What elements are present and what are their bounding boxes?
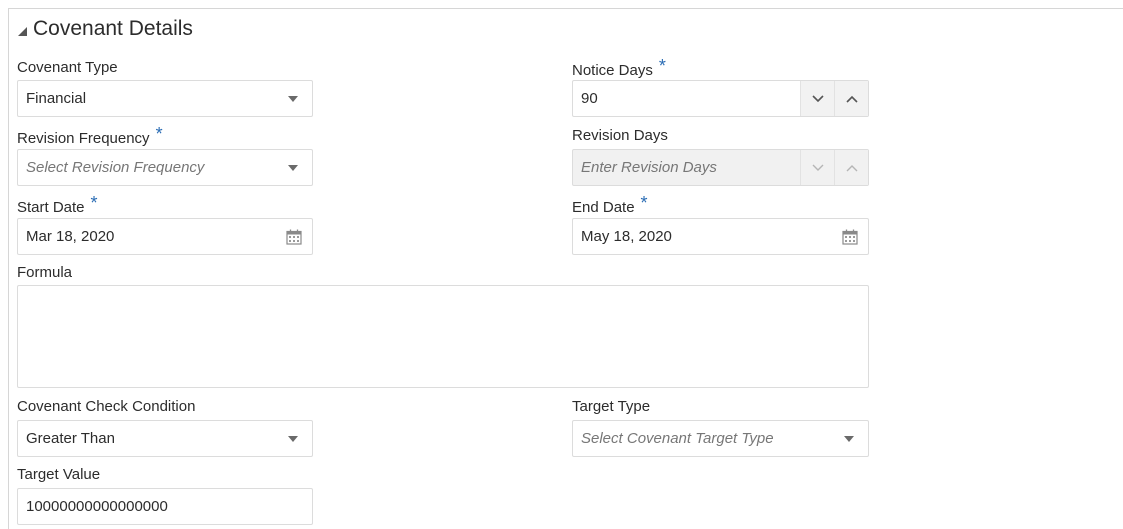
revision-days-placeholder: Enter Revision Days (581, 159, 717, 176)
start-date-input[interactable]: Mar 18, 2020 (17, 218, 313, 255)
required-marker: * (640, 193, 648, 213)
chevron-down-icon (800, 150, 834, 185)
revision-frequency-select[interactable]: Select Revision Frequency (17, 149, 313, 186)
covenant-type-value: Financial (26, 90, 87, 107)
notice-days-label: Notice Days * (572, 56, 666, 79)
collapse-caret-icon[interactable] (18, 26, 27, 36)
target-value-input[interactable]: 10000000000000000 (17, 488, 313, 525)
required-marker: * (155, 124, 163, 144)
target-value-label: Target Value (17, 466, 101, 483)
section-header[interactable]: Covenant Details (18, 17, 193, 41)
chevron-up-icon (834, 150, 868, 185)
target-type-label: Target Type (572, 398, 651, 415)
dropdown-arrow-icon (844, 435, 854, 442)
covenant-type-label: Covenant Type (17, 59, 118, 76)
required-marker: * (90, 193, 98, 213)
calendar-icon[interactable] (286, 229, 302, 245)
end-date-label: End Date * (572, 193, 648, 216)
revision-days-label: Revision Days (572, 127, 668, 144)
end-date-value[interactable]: May 18, 2020 (573, 228, 842, 245)
formula-textarea[interactable] (17, 285, 869, 388)
covenant-check-condition-value: Greater Than (26, 430, 115, 447)
section-title: Covenant Details (33, 17, 193, 40)
notice-days-stepper[interactable]: 90 (572, 80, 869, 117)
target-type-select[interactable]: Select Covenant Target Type (572, 420, 869, 457)
notice-days-value[interactable]: 90 (573, 90, 800, 107)
chevron-up-icon[interactable] (834, 81, 868, 116)
chevron-down-icon[interactable] (800, 81, 834, 116)
dropdown-arrow-icon (288, 95, 298, 102)
calendar-icon[interactable] (842, 229, 858, 245)
dropdown-arrow-icon (288, 435, 298, 442)
revision-frequency-placeholder: Select Revision Frequency (26, 159, 205, 176)
revision-days-stepper: Enter Revision Days (572, 149, 869, 186)
start-date-label: Start Date * (17, 193, 98, 216)
target-value-value[interactable]: 10000000000000000 (18, 498, 312, 515)
covenant-check-condition-select[interactable]: Greater Than (17, 420, 313, 457)
formula-label: Formula (17, 264, 73, 281)
required-marker: * (658, 56, 666, 76)
start-date-value[interactable]: Mar 18, 2020 (18, 228, 286, 245)
end-date-input[interactable]: May 18, 2020 (572, 218, 869, 255)
dropdown-arrow-icon (288, 164, 298, 171)
target-type-placeholder: Select Covenant Target Type (581, 430, 774, 447)
revision-frequency-label: Revision Frequency * (17, 124, 163, 147)
covenant-type-select[interactable]: Financial (17, 80, 313, 117)
covenant-check-condition-label: Covenant Check Condition (17, 398, 196, 415)
